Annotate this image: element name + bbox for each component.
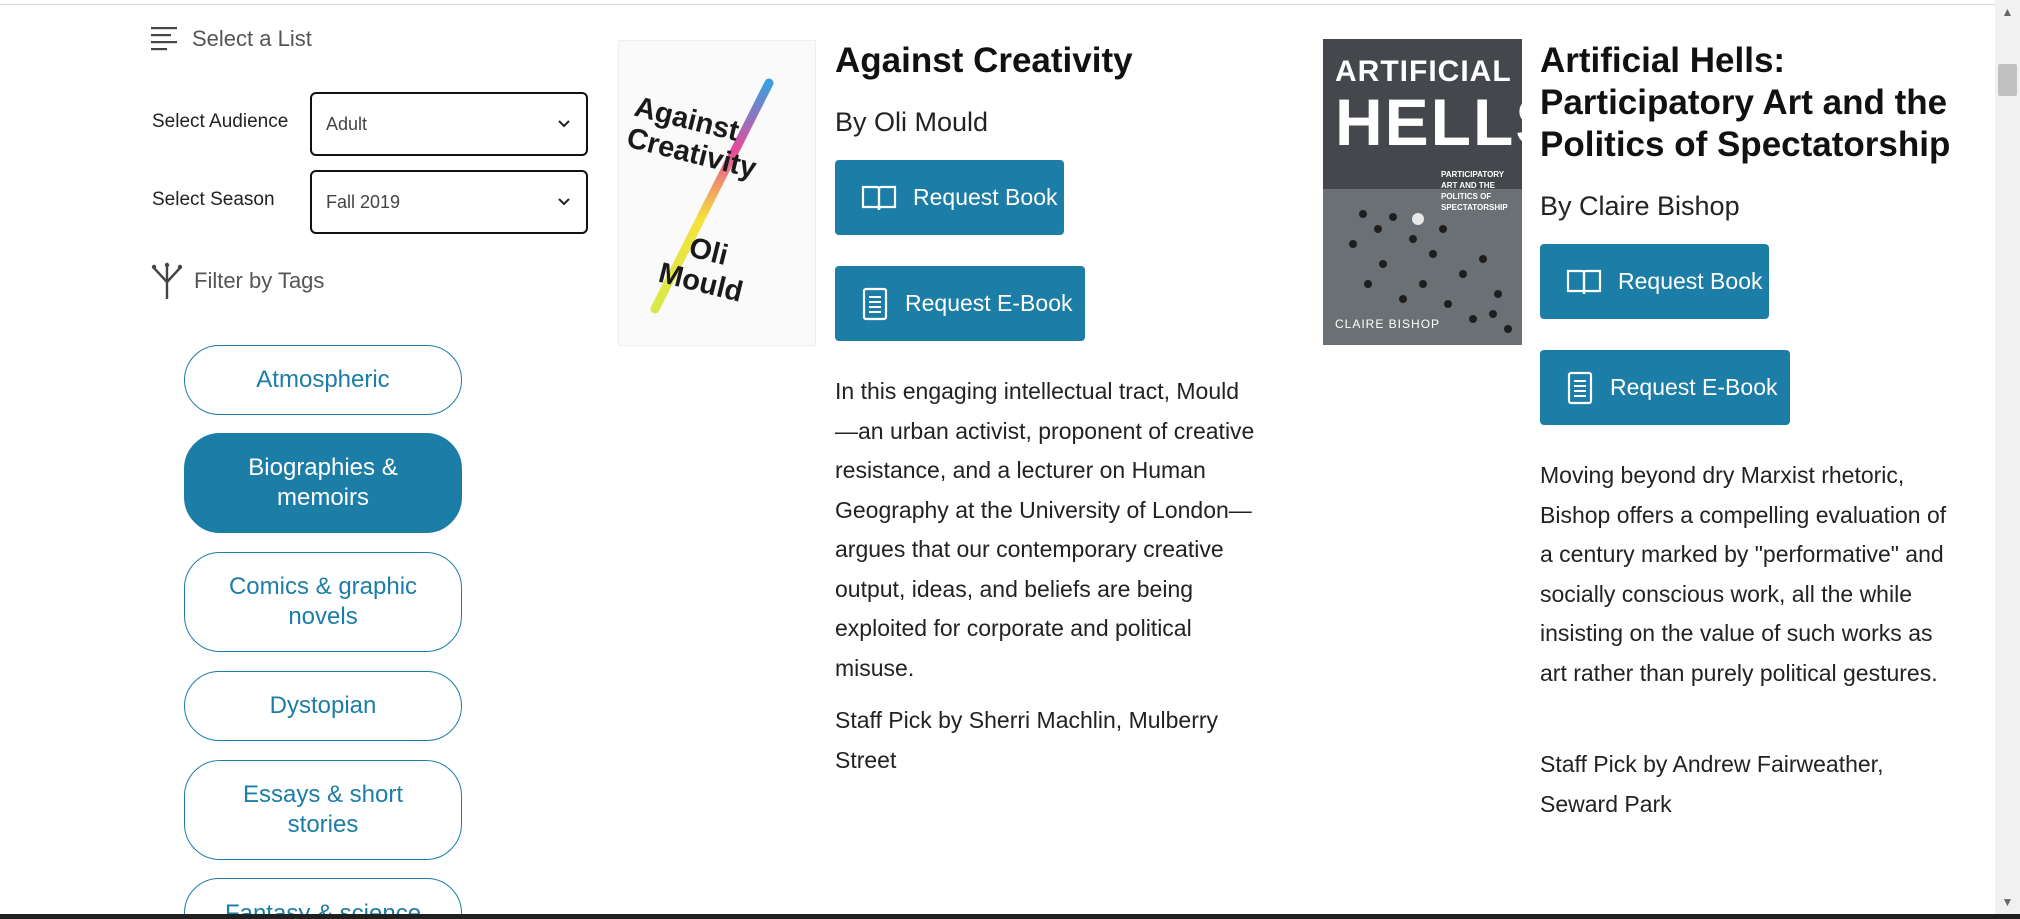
season-value: Fall 2019 (326, 191, 401, 212)
cover-title-line2: HELLS (1335, 85, 1522, 159)
tag-biographies-memoirs[interactable]: Biographies & memoirs (184, 433, 462, 533)
menu-icon (151, 27, 177, 51)
filter-label: Filter by Tags (194, 268, 325, 293)
request-book-label: Request Book (913, 184, 1058, 210)
ebook-icon (862, 287, 888, 320)
request-ebook-label: Request E-Book (905, 290, 1073, 316)
audience-select[interactable]: Adult (310, 92, 588, 156)
chevron-down-icon (558, 120, 570, 128)
book-author: By Claire Bishop (1540, 191, 1740, 221)
open-book-icon (861, 185, 897, 210)
cover-subtitle: PARTICIPATORY ART AND THE POLITICS OF SP… (1441, 170, 1508, 212)
filter-tags-icon (151, 262, 183, 299)
tag-fantasy-science[interactable]: Fantasy & science (184, 878, 462, 919)
request-book-button[interactable]: Request Book (835, 160, 1064, 235)
open-book-icon (1566, 269, 1602, 294)
staff-pick: Staff Pick by Sherri Machlin, Mulberry S… (835, 707, 1219, 773)
book-title[interactable]: Against Creativity (835, 40, 1315, 82)
tag-atmospheric[interactable]: Atmospheric (184, 345, 462, 415)
book-title[interactable]: Artificial Hells: Participatory Art and … (1540, 40, 1980, 166)
page-scrollbar[interactable]: ▲ ▼ (1995, 0, 2020, 914)
tag-dystopian[interactable]: Dystopian (184, 671, 462, 741)
select-list-label: Select a List (192, 26, 312, 51)
tag-label: Atmospheric (256, 366, 390, 393)
request-ebook-button[interactable]: Request E-Book (1540, 350, 1790, 425)
request-ebook-button[interactable]: Request E-Book (835, 266, 1085, 341)
cover-author: CLAIRE BISHOP (1335, 317, 1441, 331)
scroll-down-arrow-icon[interactable]: ▼ (1995, 892, 2020, 912)
staff-pick: Staff Pick by Andrew Fairweather, Seward… (1540, 751, 1884, 817)
tag-label: Dystopian (269, 692, 377, 719)
book-cover-against-creativity[interactable]: Against Creativity Oli Mould (618, 40, 816, 346)
book-description: In this engaging intellectual tract, Mou… (835, 378, 1255, 681)
tag-essays-short-stories[interactable]: Essays & short stories (184, 760, 462, 860)
book-author: By Oli Mould (835, 107, 989, 137)
select-list-toggle[interactable]: Select a List (150, 24, 312, 54)
audience-label: Select Audience (152, 111, 289, 132)
chevron-down-icon (558, 198, 570, 206)
request-ebook-label: Request E-Book (1610, 374, 1778, 400)
scroll-up-arrow-icon[interactable]: ▲ (1995, 2, 2020, 22)
tag-label: Comics & graphic novels (228, 573, 418, 630)
scroll-thumb[interactable] (1998, 64, 2017, 96)
tag-label: Essays & short stories (242, 781, 404, 838)
season-select[interactable]: Fall 2019 (310, 170, 588, 234)
season-label: Select Season (152, 189, 275, 210)
cover-title-line1: ARTIFICIAL (1335, 55, 1512, 88)
ebook-icon (1567, 371, 1593, 404)
taskbar-edge (0, 914, 2020, 919)
request-book-label: Request Book (1618, 268, 1763, 294)
filter-by-tags-header[interactable]: Filter by Tags (150, 262, 324, 300)
tag-label: Biographies & memoirs (248, 454, 398, 511)
audience-value: Adult (326, 113, 368, 134)
book-cover-artificial-hells[interactable]: ARTIFICIAL HELLS PARTICIPATORY ART AND T… (1323, 39, 1522, 345)
book-description: Moving beyond dry Marxist rhetoric, Bish… (1540, 462, 1947, 686)
top-divider (0, 4, 1995, 5)
request-book-button[interactable]: Request Book (1540, 244, 1769, 319)
tag-comics-graphic-novels[interactable]: Comics & graphic novels (184, 552, 462, 652)
